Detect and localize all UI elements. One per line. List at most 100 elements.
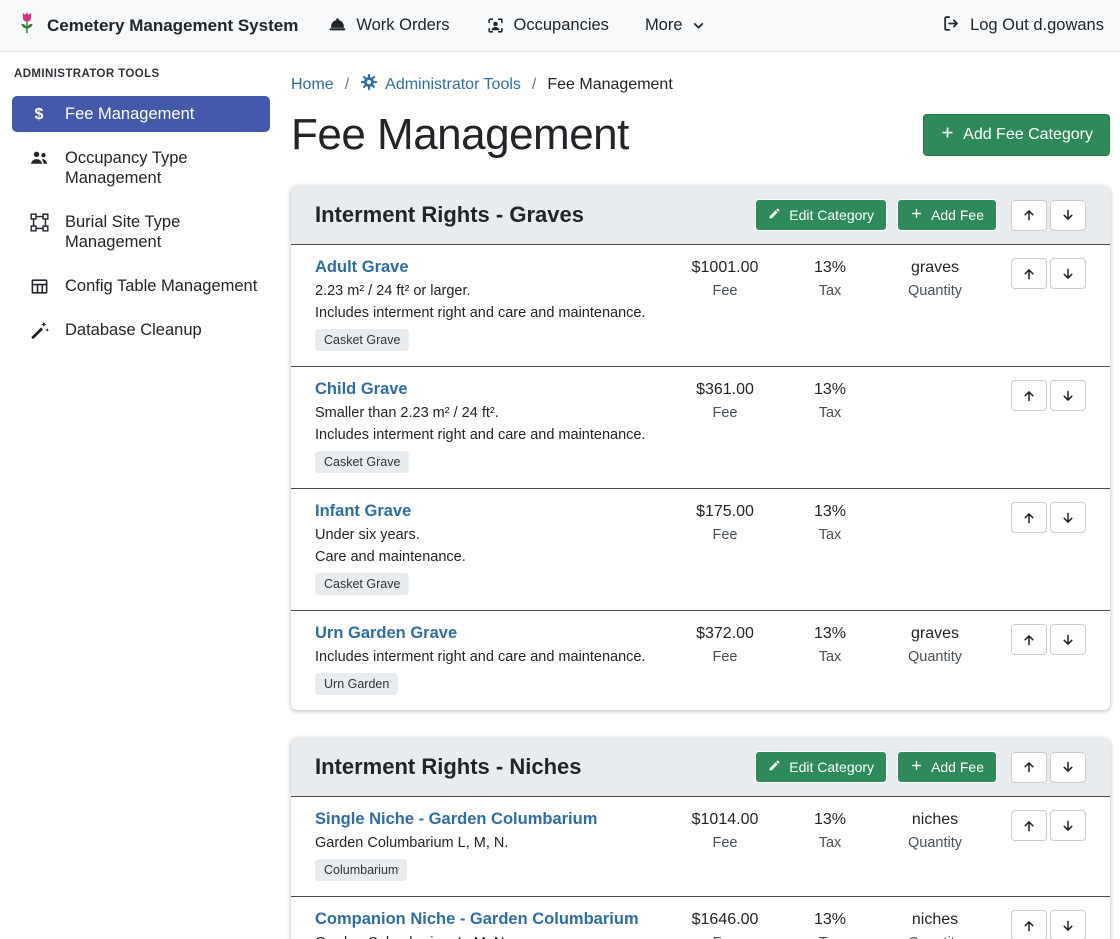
sidebar-heading: ADMINISTRATOR TOOLS	[14, 68, 270, 80]
sidebar-item-label: Database Cleanup	[65, 320, 202, 340]
breadcrumb-separator: /	[532, 76, 536, 94]
fee-amount-col: $175.00 Fee	[670, 502, 780, 595]
hard-hat-icon	[328, 16, 347, 35]
fee-amount-col: $1001.00 Fee	[670, 258, 780, 351]
fee-name-link[interactable]: Companion Niche - Garden Columbarium	[315, 910, 639, 929]
category-header: Interment Rights - Niches Edit Category …	[291, 738, 1110, 796]
move-fee-up-button[interactable]	[1011, 380, 1047, 411]
breadcrumb-home-link[interactable]: Home	[291, 76, 334, 94]
tulip-logo-icon	[16, 11, 38, 40]
move-fee-down-button[interactable]	[1050, 624, 1086, 655]
quantity-label: Quantity	[880, 649, 990, 665]
fee-tax-col: 13% Tax	[780, 258, 880, 351]
add-fee-button[interactable]: Add Fee	[897, 199, 997, 231]
tax-value: 13%	[780, 911, 880, 929]
fee-description: Care and maintenance.	[315, 549, 662, 565]
sidebar-item-burial-site-type-management[interactable]: Burial Site Type Management	[12, 204, 270, 260]
top-navbar: Cemetery Management System Work Orders	[0, 0, 1120, 52]
fee-name-link[interactable]: Child Grave	[315, 380, 408, 399]
arrow-down-icon	[1061, 819, 1075, 833]
tax-label: Tax	[780, 405, 880, 421]
pencil-icon	[768, 759, 781, 775]
fee-type-badge: Urn Garden	[315, 673, 398, 695]
tax-value: 13%	[780, 259, 880, 277]
fee-name-link[interactable]: Urn Garden Grave	[315, 624, 457, 643]
fee-amount: $1001.00	[670, 259, 780, 277]
fee-label: Fee	[670, 283, 780, 299]
move-fee-up-button[interactable]	[1011, 258, 1047, 289]
edit-category-button[interactable]: Edit Category	[755, 751, 887, 783]
arrow-up-icon	[1022, 760, 1036, 774]
sidebar-item-occupancy-type-management[interactable]: Occupancy Type Management	[12, 140, 270, 196]
tax-label: Tax	[780, 283, 880, 299]
add-fee-category-button[interactable]: Add Fee Category	[923, 114, 1110, 156]
fee-label: Fee	[670, 405, 780, 421]
fee-tax-col: 13% Tax	[780, 910, 880, 939]
add-fee-button[interactable]: Add Fee	[897, 751, 997, 783]
fee-description: Smaller than 2.23 m² / 24 ft².	[315, 405, 662, 421]
tax-value: 13%	[780, 381, 880, 399]
move-fee-down-button[interactable]	[1050, 502, 1086, 533]
move-fee-down-button[interactable]	[1050, 810, 1086, 841]
arrow-down-icon	[1061, 267, 1075, 281]
users-icon	[28, 149, 50, 167]
move-fee-up-button[interactable]	[1011, 502, 1047, 533]
fee-label: Fee	[670, 649, 780, 665]
nav-more[interactable]: More	[645, 16, 705, 35]
plus-icon	[910, 759, 923, 775]
nav-work-orders[interactable]: Work Orders	[328, 16, 449, 35]
app-brand[interactable]: Cemetery Management System	[16, 11, 298, 40]
move-category-down-button[interactable]	[1050, 200, 1086, 231]
breadcrumb: Home /	[291, 73, 1110, 96]
sidebar-item-database-cleanup[interactable]: Database Cleanup	[12, 312, 270, 348]
sidebar-item-fee-management[interactable]: $ Fee Management	[12, 96, 270, 132]
fee-name-link[interactable]: Single Niche - Garden Columbarium	[315, 810, 597, 829]
fee-description: 2.23 m² / 24 ft² or larger.	[315, 283, 662, 299]
fee-description: Includes interment right and care and ma…	[315, 305, 662, 321]
chevron-down-icon	[692, 19, 705, 32]
sidebar: ADMINISTRATOR TOOLS $ Fee Management Occ…	[0, 52, 270, 939]
fee-description: Garden Columbarium L, M, N.	[315, 835, 662, 851]
move-category-up-button[interactable]	[1011, 200, 1047, 231]
arrow-up-icon	[1022, 389, 1036, 403]
move-fee-up-button[interactable]	[1011, 624, 1047, 655]
tax-value: 13%	[780, 503, 880, 521]
tax-label: Tax	[780, 935, 880, 939]
fee-name-link[interactable]: Infant Grave	[315, 502, 411, 521]
fee-quantity-col: graves Quantity	[880, 258, 990, 351]
quantity-label: Quantity	[880, 935, 990, 939]
fee-description: Garden Columbarium L, M, N,	[315, 935, 662, 939]
move-fee-down-button[interactable]	[1050, 910, 1086, 939]
fee-description: Includes interment right and care and ma…	[315, 427, 662, 443]
move-category-up-button[interactable]	[1011, 752, 1047, 783]
fee-row: Adult Grave 2.23 m² / 24 ft² or larger. …	[291, 244, 1110, 366]
move-fee-up-button[interactable]	[1011, 810, 1047, 841]
arrow-up-icon	[1022, 208, 1036, 222]
fee-name-link[interactable]: Adult Grave	[315, 258, 409, 277]
tax-label: Tax	[780, 527, 880, 543]
nav-occupancies[interactable]: Occupancies	[486, 16, 609, 35]
quantity-value: graves	[880, 625, 990, 643]
sidebar-item-label: Occupancy Type Management	[65, 148, 260, 188]
breadcrumb-current: Fee Management	[547, 76, 672, 94]
fee-amount: $175.00	[670, 503, 780, 521]
edit-category-button[interactable]: Edit Category	[755, 199, 887, 231]
move-fee-down-button[interactable]	[1050, 258, 1086, 289]
fee-type-badge: Columbarium	[315, 859, 407, 881]
logout-label: Log Out d.gowans	[970, 16, 1104, 35]
sidebar-item-config-table-management[interactable]: Config Table Management	[12, 268, 270, 304]
move-category-down-button[interactable]	[1050, 752, 1086, 783]
fee-quantity-col: niches Quantity	[880, 810, 990, 881]
move-fee-up-button[interactable]	[1011, 910, 1047, 939]
logout-button[interactable]: Log Out d.gowans	[942, 14, 1104, 38]
fee-amount: $372.00	[670, 625, 780, 643]
arrow-up-icon	[1022, 511, 1036, 525]
fee-tax-col: 13% Tax	[780, 380, 880, 473]
arrow-up-icon	[1022, 267, 1036, 281]
breadcrumb-admin-tools-link[interactable]: Administrator Tools	[360, 73, 521, 96]
arrow-down-icon	[1061, 760, 1075, 774]
move-fee-down-button[interactable]	[1050, 380, 1086, 411]
fee-row: Child Grave Smaller than 2.23 m² / 24 ft…	[291, 366, 1110, 488]
category-title: Interment Rights - Graves	[315, 202, 745, 228]
nav-more-label: More	[645, 16, 683, 35]
